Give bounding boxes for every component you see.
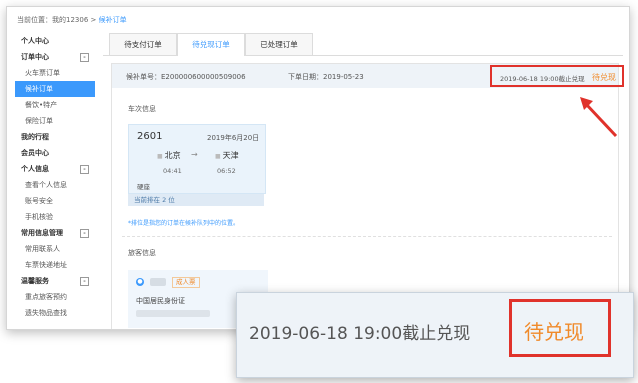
- zoom-callout: 2019-06-18 19:00截止兑现 待兑现: [236, 292, 634, 378]
- callout-arrow-line: [584, 102, 618, 138]
- zoom-deadline-text: 2019-06-18 19:00截止兑现: [249, 324, 471, 344]
- zoom-status-box: 待兑现: [509, 299, 611, 357]
- zoom-status-badge: 待兑现: [524, 320, 584, 344]
